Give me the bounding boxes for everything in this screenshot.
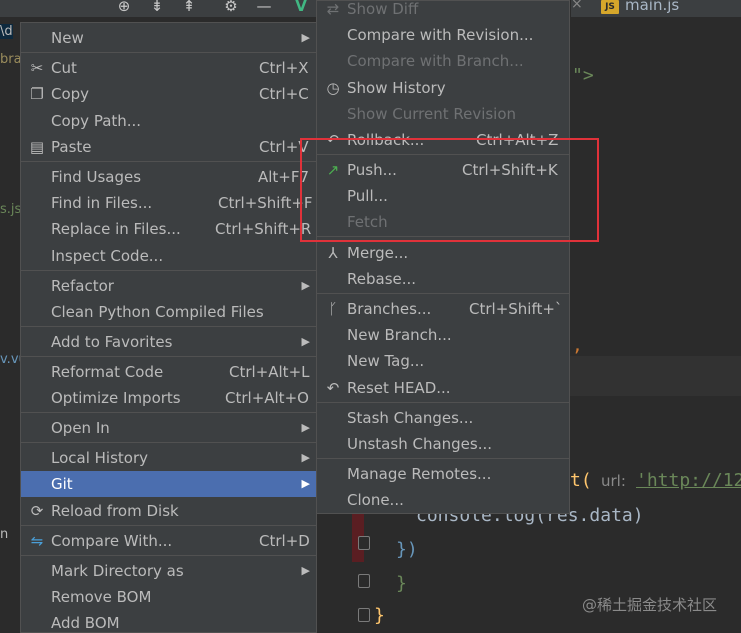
vue-icon: V: [295, 0, 307, 15]
code-fragment: ">: [572, 65, 594, 86]
minimize-icon[interactable]: —: [255, 0, 273, 15]
menu-item-reload-from-disk[interactable]: ⟳ Reload from Disk: [21, 498, 316, 524]
annotation-box: [300, 138, 599, 242]
menu-item-rebase[interactable]: Rebase...: [317, 266, 569, 292]
separator: [21, 270, 316, 271]
menu-item-find-in-files[interactable]: Find in Files... Ctrl+Shift+F: [21, 190, 316, 216]
menu-item-show-history[interactable]: ◷ Show History: [317, 75, 569, 101]
project-tree-edge: \d bra s.js v.vu n: [0, 17, 27, 633]
menu-item-unstash-changes[interactable]: Unstash Changes...: [317, 431, 569, 457]
code-line: }: [374, 605, 385, 626]
tab-label: main.js: [625, 0, 680, 14]
menu-item-reset-head[interactable]: ↶ Reset HEAD...: [317, 375, 569, 401]
context-menu: New ▶ ✂ Cut Ctrl+X ❐ Copy Ctrl+C Copy Pa…: [20, 22, 317, 633]
gear-icon[interactable]: ⚙: [222, 0, 240, 15]
scissors-icon: ✂: [30, 59, 44, 77]
expand-all-icon[interactable]: ⇟: [148, 0, 166, 15]
menu-item-compare-with[interactable]: ⇋ Compare With... Ctrl+D: [21, 528, 316, 554]
watermark: @稀土掘金技术社区: [582, 596, 718, 614]
close-icon[interactable]: ×: [571, 0, 583, 12]
separator: [317, 458, 569, 459]
collapse-all-icon[interactable]: ⇞: [180, 0, 198, 15]
menu-item-copy-path[interactable]: Copy Path...: [21, 108, 316, 134]
menu-item-git[interactable]: Git ▶: [21, 471, 316, 497]
branch-icon: ᚴ: [328, 300, 338, 318]
tree-fragment: \d: [0, 24, 13, 39]
fold-marker-icon[interactable]: [358, 608, 370, 622]
menu-item-optimize-imports[interactable]: Optimize Imports Ctrl+Alt+O: [21, 385, 316, 411]
menu-item-new[interactable]: New ▶: [21, 25, 316, 51]
current-line-highlight: [570, 356, 741, 396]
menu-item-inspect-code[interactable]: Inspect Code...: [21, 243, 316, 269]
menu-item-show-current-revision: Show Current Revision: [347, 105, 517, 123]
submenu-arrow-icon: ▶: [301, 279, 310, 292]
diff-icon: ⇄: [326, 0, 340, 18]
submenu-arrow-icon: ▶: [301, 421, 310, 434]
tree-fragment: bra: [0, 52, 22, 67]
separator: [21, 326, 316, 327]
menu-item-local-history[interactable]: Local History ▶: [21, 445, 316, 471]
menu-item-reformat-code[interactable]: Reformat Code Ctrl+Alt+L: [21, 359, 316, 385]
reload-icon: ⟳: [30, 502, 44, 520]
editor-tab[interactable]: × JS main.js: [570, 0, 741, 17]
menu-item-compare-with-revision[interactable]: Compare with Revision...: [317, 22, 569, 48]
menu-item-replace-in-files[interactable]: Replace in Files... Ctrl+Shift+R: [21, 216, 316, 242]
menu-item-compare-with-branch: Compare with Branch...: [347, 52, 524, 70]
separator: [317, 293, 569, 294]
menu-item-remove-bom[interactable]: Remove BOM: [21, 584, 316, 610]
submenu-arrow-icon: ▶: [301, 564, 310, 577]
menu-item-clone[interactable]: Clone...: [317, 487, 569, 513]
compare-arrows-icon: ⇋: [30, 532, 44, 550]
git-submenu: ⇄ Show Diff Compare with Revision... Com…: [316, 0, 570, 514]
separator: [21, 525, 316, 526]
fold-marker-icon[interactable]: [358, 574, 370, 588]
menu-item-mark-directory[interactable]: Mark Directory as ▶: [21, 558, 316, 584]
menu-item-add-bom[interactable]: Add BOM: [21, 610, 316, 633]
code-token: t(: [570, 470, 592, 491]
menu-item-stash-changes[interactable]: Stash Changes...: [317, 405, 569, 431]
separator: [317, 402, 569, 403]
menu-item-branches[interactable]: ᚴ Branches... Ctrl+Shift+`: [317, 296, 569, 322]
submenu-arrow-icon: ▶: [301, 451, 310, 464]
menu-item-find-usages[interactable]: Find Usages Alt+F7: [21, 164, 316, 190]
menu-item-manage-remotes[interactable]: Manage Remotes...: [317, 461, 569, 487]
clipboard-icon: ▤: [29, 138, 45, 156]
submenu-arrow-icon: ▶: [301, 31, 310, 44]
code-fragment: ,: [572, 335, 583, 356]
separator: [21, 442, 316, 443]
code-token: 'http://12: [636, 470, 741, 491]
menu-item-open-in[interactable]: Open In ▶: [21, 415, 316, 441]
menu-item-copy[interactable]: ❐ Copy Ctrl+C: [21, 81, 316, 107]
param-hint: url:: [601, 472, 626, 490]
menu-item-clean-python[interactable]: Clean Python Compiled Files: [21, 299, 316, 325]
menu-item-new-branch[interactable]: New Branch...: [317, 322, 569, 348]
js-file-icon: JS: [601, 0, 619, 14]
menu-item-add-favorites[interactable]: Add to Favorites ▶: [21, 329, 316, 355]
tree-fragment: s.js: [0, 202, 22, 217]
code-line: }: [396, 573, 407, 594]
separator: [21, 412, 316, 413]
submenu-arrow-icon: ▶: [301, 477, 310, 490]
separator: [21, 161, 316, 162]
copy-icon: ❐: [30, 85, 44, 103]
separator: [21, 555, 316, 556]
fold-marker-icon[interactable]: [358, 536, 370, 550]
menu-item-new-tag[interactable]: New Tag...: [317, 348, 569, 374]
menu-item-cut[interactable]: ✂ Cut Ctrl+X: [21, 55, 316, 81]
separator: [21, 356, 316, 357]
menu-item-merge[interactable]: ⅄ Merge...: [317, 240, 569, 266]
undo-icon: ↶: [326, 379, 340, 397]
clock-icon: ◷: [326, 79, 340, 97]
tree-fragment: n: [0, 527, 9, 542]
merge-icon: ⅄: [328, 244, 338, 262]
menu-item-show-diff: ⇄ Show Diff: [317, 0, 569, 22]
menu-item-paste[interactable]: ▤ Paste Ctrl+V: [21, 134, 316, 160]
crosshair-icon[interactable]: ⊕: [115, 0, 133, 15]
submenu-arrow-icon: ▶: [301, 335, 310, 348]
menu-item-refactor[interactable]: Refactor ▶: [21, 273, 316, 299]
separator: [21, 52, 316, 53]
code-line: }): [396, 539, 418, 560]
